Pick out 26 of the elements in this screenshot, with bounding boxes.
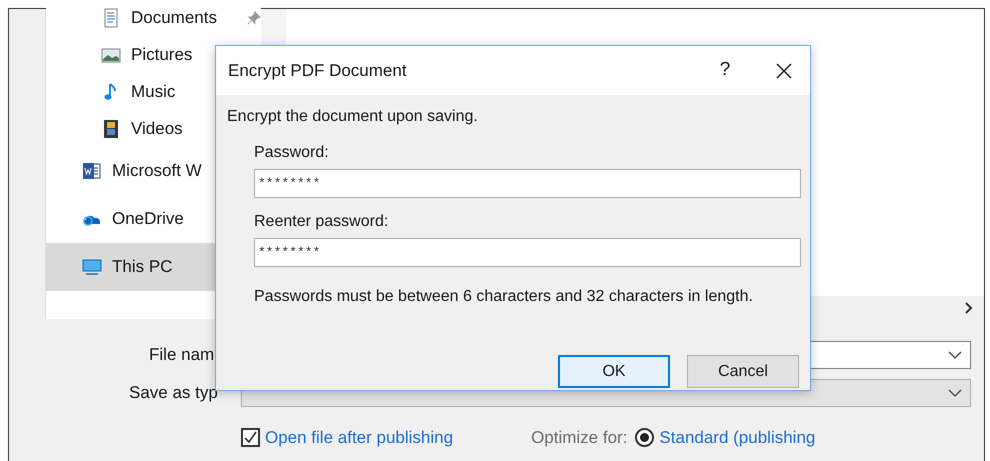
password-label: Reenter password:: [254, 212, 390, 232]
standard-radio[interactable]: [635, 428, 654, 448]
save-as-type-label: Save as typ: [129, 382, 219, 404]
chevron-right-icon[interactable]: [964, 302, 974, 314]
dropdown-chevron-icon: [948, 388, 962, 398]
optimize-for-label: Optimize for:: [531, 427, 628, 449]
dialog-intro-text: Encrypt the document upon saving.: [227, 107, 479, 127]
dialog-title: Encrypt PDF Document: [228, 60, 408, 82]
close-icon[interactable]: [776, 62, 792, 78]
help-button[interactable]: ?: [710, 56, 740, 86]
dropdown-chevron-icon: [948, 350, 962, 360]
dialog-button[interactable]: OK: [558, 355, 670, 388]
open-after-publishing-label[interactable]: Open file after publishing: [265, 425, 454, 450]
nav-item[interactable]: Documents: [46, 0, 261, 36]
open-after-publishing-checkbox[interactable]: [241, 428, 260, 448]
monitor-icon: [82, 257, 102, 277]
word-document-icon: [82, 161, 102, 181]
dialog-button[interactable]: Cancel: [687, 355, 799, 388]
pin-icon[interactable]: [246, 10, 261, 26]
password-field[interactable]: ********: [254, 169, 801, 198]
password-label: Password:: [254, 143, 330, 163]
film-icon: [101, 118, 121, 138]
file-name-label: File nam: [149, 344, 216, 366]
password-field[interactable]: ********: [254, 238, 801, 267]
standard-option-label[interactable]: Standard (publishing: [659, 425, 816, 450]
check-icon: [244, 431, 257, 444]
